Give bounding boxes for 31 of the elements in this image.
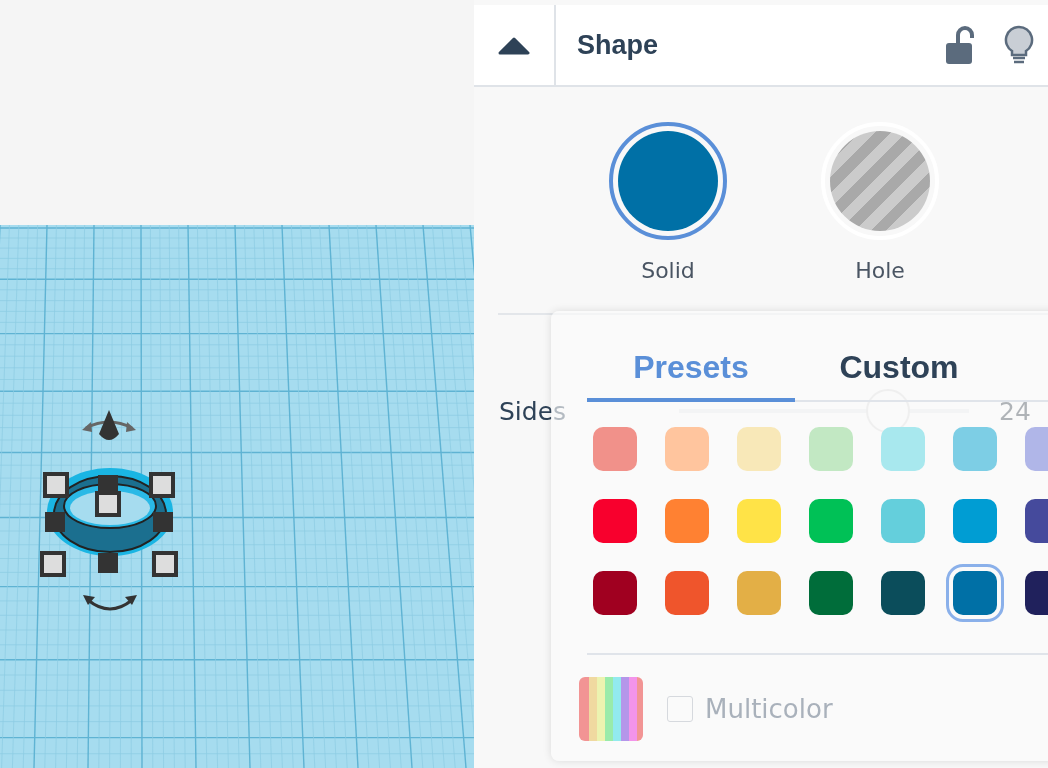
color-swatch[interactable]: [737, 427, 781, 471]
color-swatch[interactable]: [881, 571, 925, 615]
shape-mode-option[interactable]: Hole: [821, 122, 939, 283]
unlocked-padlock-icon[interactable]: [946, 26, 974, 64]
caret-up-icon: [498, 35, 530, 55]
color-swatch[interactable]: [881, 427, 925, 471]
shape-mode-option[interactable]: Solid: [609, 122, 727, 283]
color-swatch[interactable]: [809, 427, 853, 471]
multicolor-swatch[interactable]: [579, 677, 643, 741]
color-swatch[interactable]: [593, 499, 637, 543]
color-swatch[interactable]: [809, 571, 853, 615]
color-swatch[interactable]: [809, 499, 853, 543]
property-label: Sides: [499, 396, 568, 426]
color-swatch[interactable]: [737, 571, 781, 615]
color-swatch[interactable]: [953, 499, 997, 543]
color-swatch[interactable]: [737, 499, 781, 543]
lightbulb-icon[interactable]: [1004, 25, 1034, 65]
color-swatch[interactable]: [593, 427, 637, 471]
color-swatch[interactable]: [665, 499, 709, 543]
color-swatch[interactable]: [593, 571, 637, 615]
color-swatch[interactable]: [665, 571, 709, 615]
lift-cone-handle[interactable]: [99, 410, 119, 440]
color-swatch[interactable]: [881, 499, 925, 543]
selected-ring-drawing[interactable]: [40, 468, 178, 577]
rotate-arrow-icon[interactable]: [82, 420, 136, 432]
color-swatch[interactable]: [665, 427, 709, 471]
color-swatch[interactable]: [953, 427, 997, 471]
inspector-title: Shape: [577, 29, 660, 61]
multicolor-label: Multicolor: [705, 694, 833, 724]
multicolor-checkbox[interactable]: [667, 696, 693, 722]
rotate-arrow-icon[interactable]: [83, 595, 137, 611]
